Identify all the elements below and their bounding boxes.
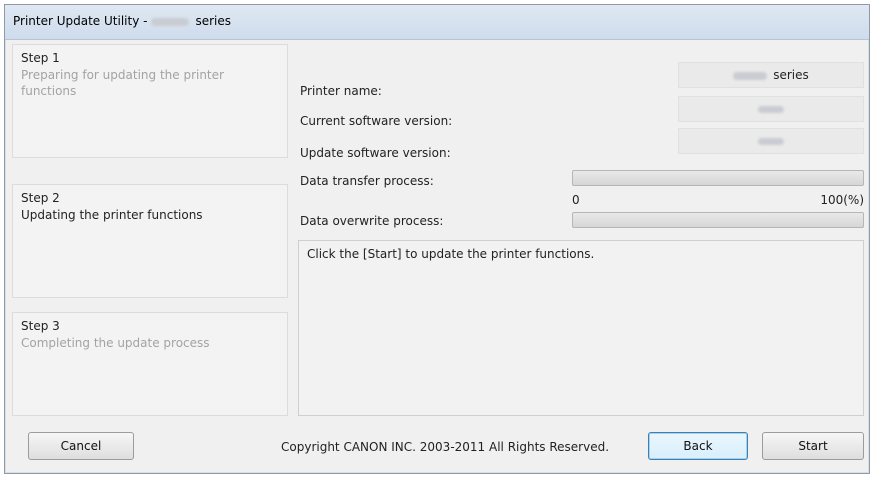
data-overwrite-progress-bar xyxy=(572,212,864,228)
redacted-current-version xyxy=(758,106,784,113)
redacted-model-name xyxy=(151,17,190,26)
status-message-box: Click the [Start] to update the printer … xyxy=(298,240,864,416)
printer-name-value: series xyxy=(678,62,864,88)
window-title: Printer Update Utility - series xyxy=(13,14,231,28)
update-version-value xyxy=(678,128,864,154)
progress-scale-min: 0 xyxy=(572,193,580,207)
step-1-title: Step 1 xyxy=(21,51,60,65)
current-version-value xyxy=(678,96,864,122)
data-transfer-label: Data transfer process: xyxy=(300,174,434,188)
steps-panel: Step 1 Preparing for updating the printe… xyxy=(12,44,288,418)
printer-name-suffix: series xyxy=(773,68,809,82)
start-button[interactable]: Start xyxy=(762,432,864,460)
window-title-prefix: Printer Update Utility - xyxy=(13,14,148,28)
redacted-update-version xyxy=(758,138,784,145)
back-button[interactable]: Back xyxy=(648,432,748,460)
current-version-label: Current software version: xyxy=(300,114,453,128)
data-overwrite-label: Data overwrite process: xyxy=(300,214,444,228)
data-transfer-progress-bar xyxy=(572,170,864,186)
step-1-description: Preparing for updating the printer funct… xyxy=(21,68,224,98)
cancel-button[interactable]: Cancel xyxy=(28,432,134,460)
redacted-printer-model xyxy=(733,71,768,80)
step-3-description: Completing the update process xyxy=(21,336,210,350)
progress-scale-max: 100(%) xyxy=(820,193,864,207)
step-1-panel: Step 1 Preparing for updating the printe… xyxy=(12,44,288,158)
title-bar[interactable]: Printer Update Utility - series xyxy=(5,5,869,40)
step-2-description: Updating the printer functions xyxy=(21,208,203,222)
step-2-title: Step 2 xyxy=(21,191,60,205)
update-version-label: Update software version: xyxy=(300,146,451,160)
step-2-panel: Step 2 Updating the printer functions xyxy=(12,184,288,298)
step-3-panel: Step 3 Completing the update process xyxy=(12,312,288,416)
printer-name-label: Printer name: xyxy=(300,84,382,98)
status-message-text: Click the [Start] to update the printer … xyxy=(307,247,595,261)
copyright-text: Copyright CANON INC. 2003-2011 All Right… xyxy=(281,440,610,454)
step-3-title: Step 3 xyxy=(21,319,60,333)
window-title-suffix: series xyxy=(195,14,231,28)
